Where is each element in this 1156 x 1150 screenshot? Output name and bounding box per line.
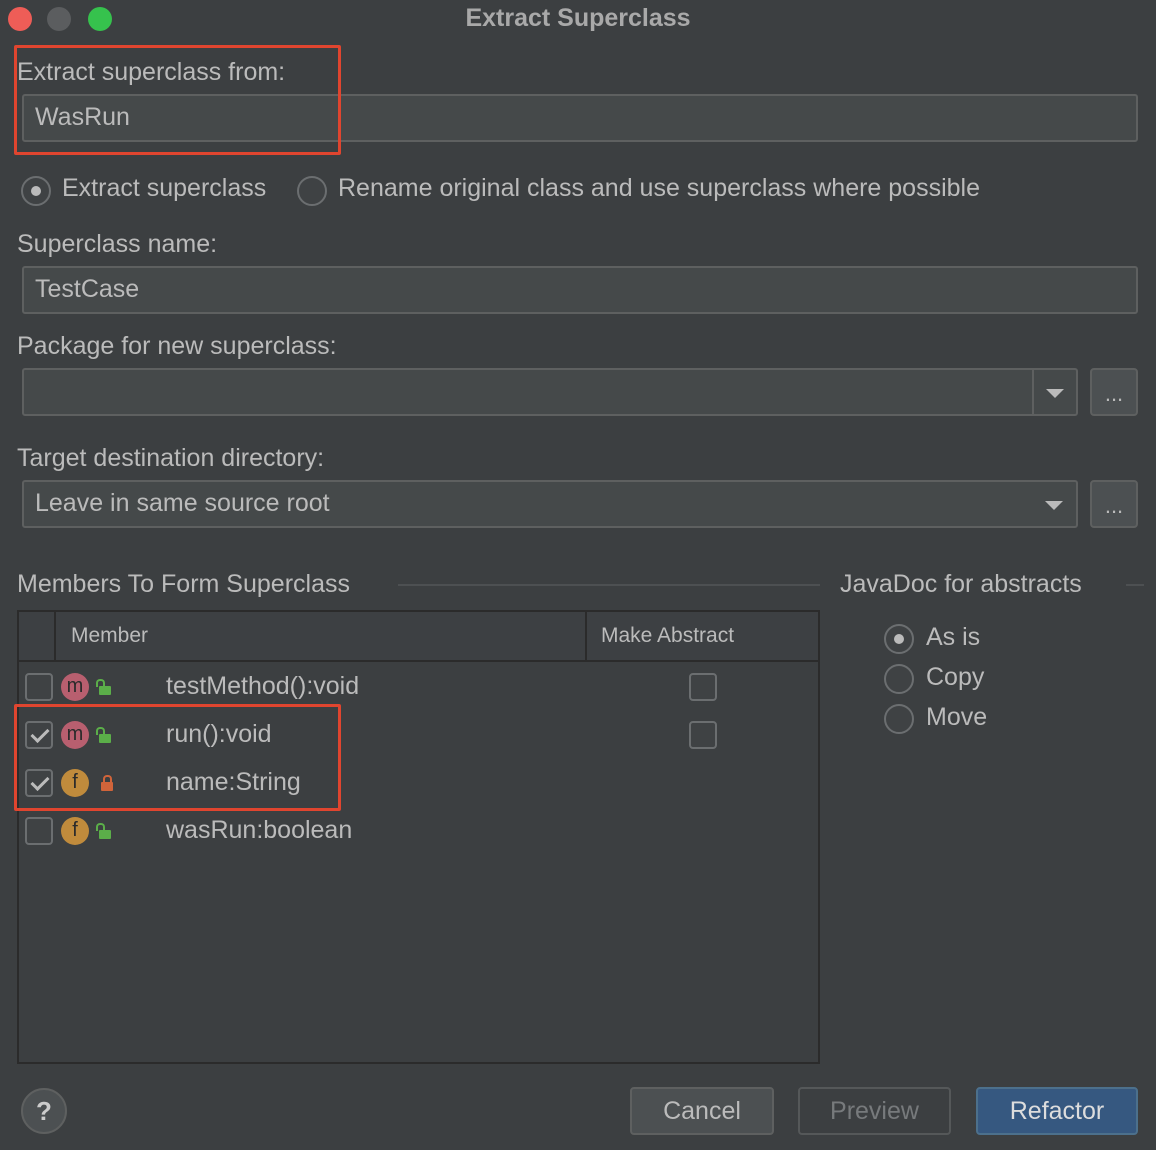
column-divider: [585, 612, 587, 660]
chevron-down-icon: [1046, 388, 1064, 398]
unlocked-icon: [96, 823, 111, 839]
help-button[interactable]: ?: [21, 1088, 67, 1134]
target-dir-dropdown-button[interactable]: [1032, 482, 1076, 528]
column-divider: [54, 612, 56, 660]
method-icon: m: [61, 673, 89, 701]
javadoc-move-radio[interactable]: [884, 704, 914, 734]
javadoc-copy-label[interactable]: Copy: [926, 663, 984, 692]
target-dir-combo-value: Leave in same source root: [35, 489, 330, 517]
make-abstract-checkbox[interactable]: [689, 673, 717, 701]
members-table-header: Member Make Abstract: [19, 612, 818, 662]
javadoc-separator: [1126, 584, 1144, 586]
column-header-member[interactable]: Member: [71, 612, 148, 660]
package-label: Package for new superclass:: [17, 332, 337, 360]
target-dir-browse-button[interactable]: ...: [1090, 480, 1138, 528]
member-checkbox[interactable]: [25, 817, 53, 845]
javadoc-section-title: JavaDoc for abstracts: [840, 570, 1082, 598]
cancel-button[interactable]: Cancel: [630, 1087, 774, 1135]
highlight-box-source: [14, 45, 341, 155]
unlocked-icon: [96, 679, 111, 695]
javadoc-move-label[interactable]: Move: [926, 703, 987, 732]
highlight-box-members: [14, 704, 341, 811]
superclass-name-field[interactable]: TestCase: [22, 266, 1138, 314]
package-dropdown-button[interactable]: [1032, 370, 1076, 416]
chevron-down-icon: [1045, 500, 1063, 510]
javadoc-as-is-radio[interactable]: [884, 624, 914, 654]
target-dir-combo[interactable]: Leave in same source root: [22, 480, 1078, 528]
column-header-make-abstract[interactable]: Make Abstract: [601, 612, 734, 660]
member-name: testMethod():void: [166, 672, 360, 700]
package-combo[interactable]: [22, 368, 1078, 416]
members-table[interactable]: Member Make Abstract m testMethod():void…: [17, 610, 820, 1064]
extract-superclass-radio[interactable]: [21, 176, 51, 206]
superclass-name-label: Superclass name:: [17, 230, 218, 258]
refactor-button[interactable]: Refactor: [976, 1087, 1138, 1135]
member-name: wasRun:boolean: [166, 816, 353, 844]
members-section-title: Members To Form Superclass: [17, 570, 350, 598]
member-checkbox[interactable]: [25, 673, 53, 701]
javadoc-as-is-label[interactable]: As is: [926, 623, 980, 652]
package-browse-button[interactable]: ...: [1090, 368, 1138, 416]
target-dir-label: Target destination directory:: [17, 444, 325, 472]
make-abstract-checkbox[interactable]: [689, 721, 717, 749]
extract-superclass-radio-label[interactable]: Extract superclass: [62, 174, 266, 203]
rename-original-radio-label[interactable]: Rename original class and use superclass…: [338, 174, 980, 203]
javadoc-copy-radio[interactable]: [884, 664, 914, 694]
members-separator: [398, 584, 820, 586]
window-title: Extract Superclass: [465, 4, 691, 32]
preview-button[interactable]: Preview: [798, 1087, 951, 1135]
field-icon: f: [61, 817, 89, 845]
rename-original-radio[interactable]: [297, 176, 327, 206]
